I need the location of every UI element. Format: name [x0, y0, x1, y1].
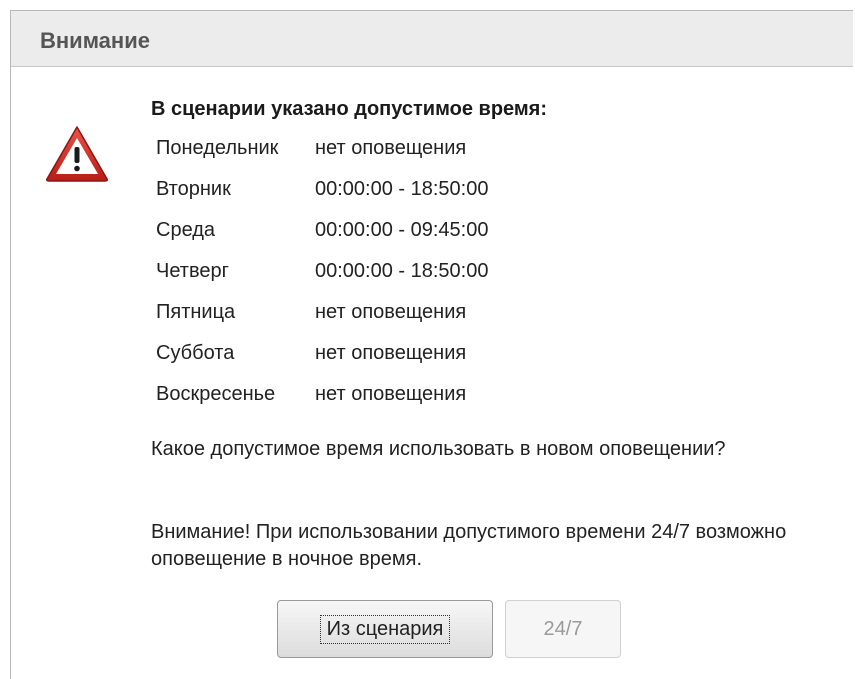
- schedule-time: 00:00:00 - 09:45:00: [315, 219, 489, 241]
- schedule-day: Вторник: [156, 178, 231, 200]
- dialog-title: Внимание: [40, 28, 150, 53]
- schedule-time: 00:00:00 - 18:50:00: [315, 260, 489, 282]
- schedule-row: Вторник 00:00:00 - 18:50:00: [156, 169, 488, 210]
- schedule-day: Понедельник: [156, 137, 279, 159]
- from-scenario-button-label: Из сценария: [319, 614, 451, 644]
- schedule-day: Среда: [156, 219, 216, 241]
- schedule-row: Понедельник нет оповещения: [156, 128, 488, 169]
- schedule-day: Четверг: [156, 260, 229, 282]
- schedule-row: Среда 00:00:00 - 09:45:00: [156, 210, 488, 251]
- schedule-time: нет оповещения: [315, 137, 467, 159]
- question-text: Какое допустимое время использовать в но…: [151, 438, 726, 460]
- alert-dialog: Внимание В сценарии указано допустимое в…: [10, 10, 853, 679]
- schedule-row: Суббота нет оповещения: [156, 333, 488, 374]
- schedule-row: Пятница нет оповещения: [156, 292, 488, 333]
- always-24-7-button[interactable]: 24/7: [505, 600, 621, 658]
- schedule-day: Пятница: [156, 301, 236, 323]
- schedule-table: Понедельник нет оповещения Вторник 00:00…: [156, 128, 488, 415]
- schedule-time: 00:00:00 - 18:50:00: [315, 178, 489, 200]
- schedule-row: Четверг 00:00:00 - 18:50:00: [156, 251, 488, 292]
- night-warning-text: Внимание! При использовании допустимого …: [151, 521, 787, 570]
- from-scenario-button[interactable]: Из сценария: [277, 600, 493, 658]
- schedule-time: нет оповещения: [315, 383, 467, 405]
- schedule-day: Воскресенье: [156, 383, 276, 405]
- always-24-7-button-label: 24/7: [543, 617, 583, 640]
- schedule-time: нет оповещения: [315, 342, 467, 364]
- warning-triangle-icon: [46, 126, 108, 182]
- schedule-time: нет оповещения: [315, 301, 467, 323]
- schedule-day: Суббота: [156, 342, 235, 364]
- schedule-row: Воскресенье нет оповещения: [156, 374, 488, 415]
- schedule-heading: В сценарии указано допустимое время:: [151, 98, 548, 120]
